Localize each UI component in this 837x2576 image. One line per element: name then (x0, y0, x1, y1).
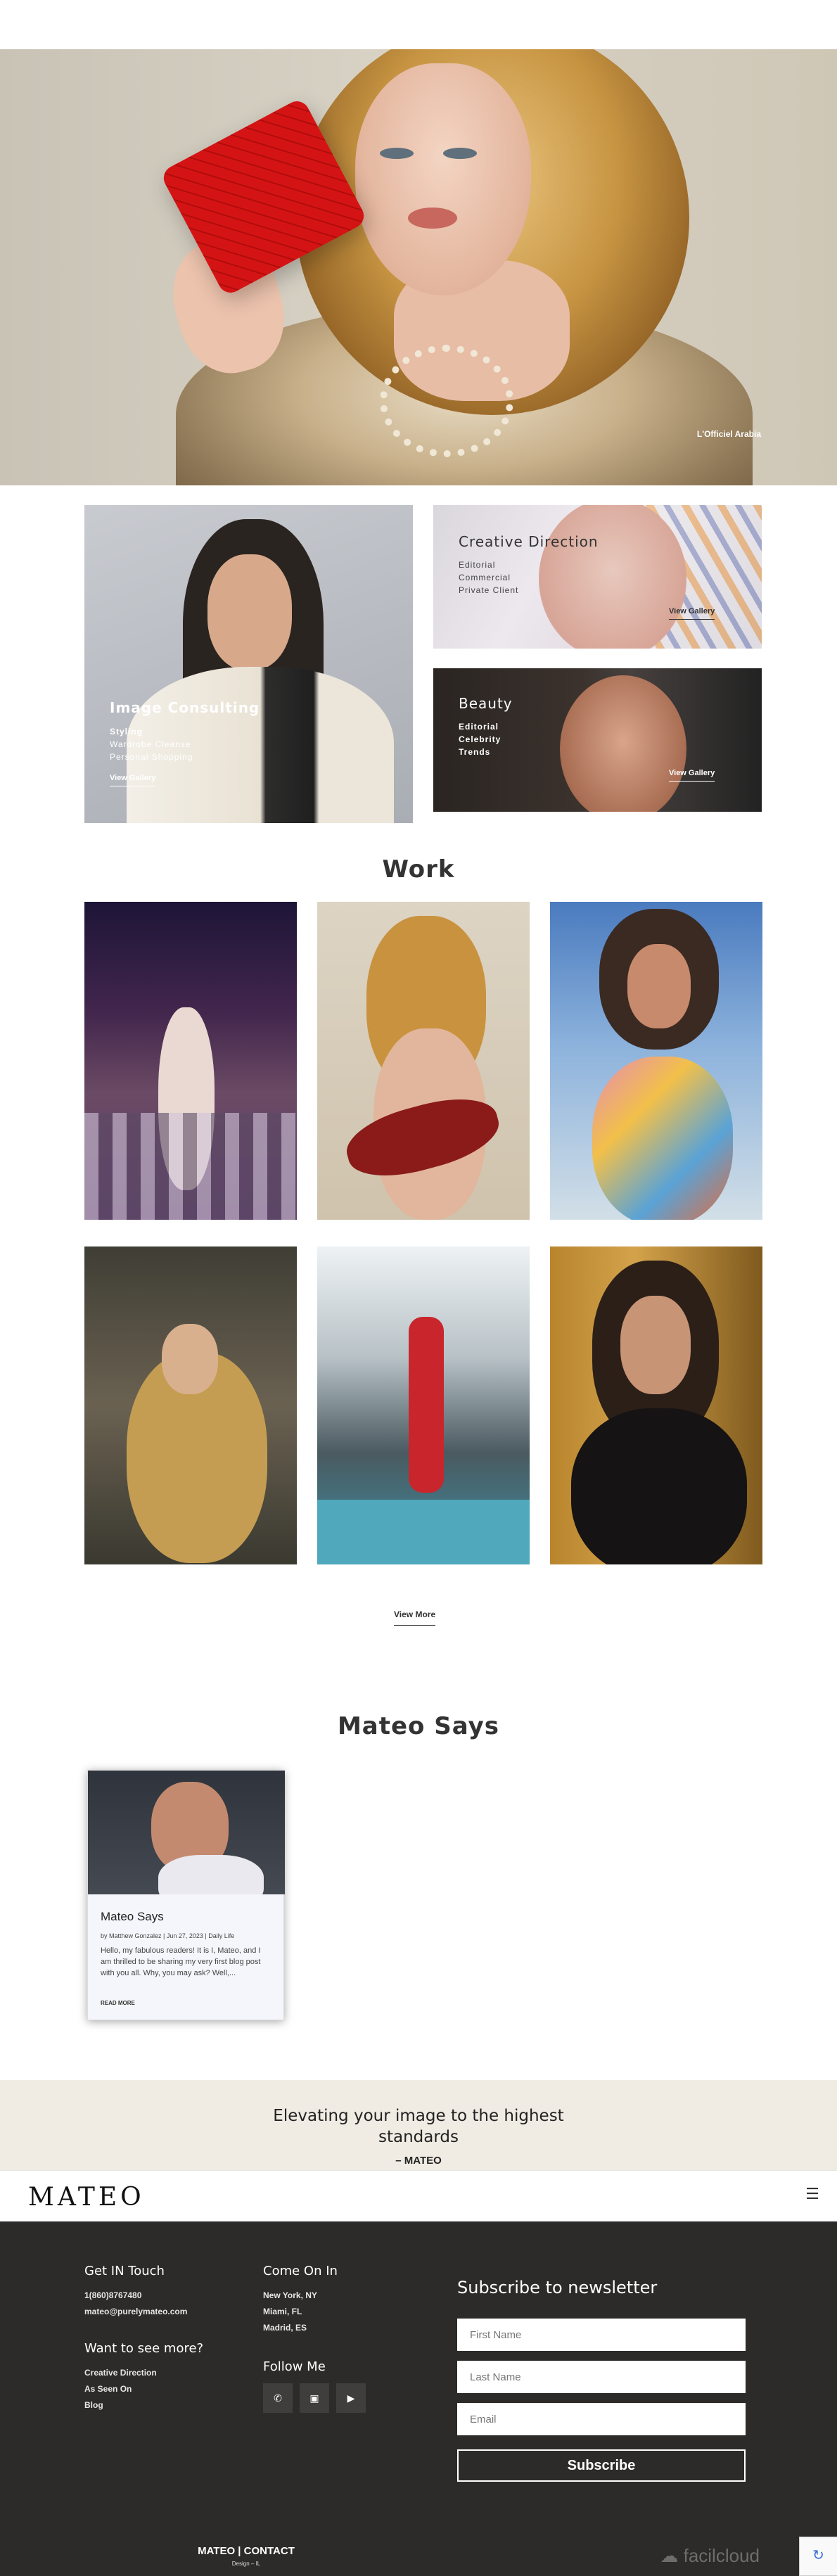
contact-info: 1(860)8767480 mateo@purelymateo.com (84, 2288, 187, 2320)
footer-link-as-seen-on[interactable]: As Seen On (84, 2381, 157, 2397)
email-field[interactable] (457, 2403, 746, 2435)
quote-text: Elevating your image to the highest stan… (273, 2107, 564, 2146)
newsletter-title: Subscribe to newsletter (457, 2278, 658, 2297)
view-gallery-link[interactable]: View Gallery (669, 607, 715, 620)
service-card-beauty[interactable]: Beauty Editorial Celebrity Trends View G… (433, 668, 762, 812)
footer-link-creative-direction[interactable]: Creative Direction (84, 2365, 157, 2381)
service-line: Styling (110, 727, 143, 737)
want-more-links: Creative Direction As Seen On Blog (84, 2365, 157, 2414)
graffiti-top (592, 1057, 733, 1220)
location-item: Madrid, ES (263, 2323, 307, 2333)
last-name-field[interactable] (457, 2361, 746, 2393)
email-link[interactable]: mateo@purelymateo.com (84, 2304, 187, 2320)
work-photo-red-suit[interactable] (317, 1246, 530, 1564)
service-title: Image Consulting (110, 699, 260, 716)
view-gallery-link[interactable]: View Gallery (669, 769, 715, 782)
menu-icon[interactable]: ☰ (803, 2185, 822, 2203)
footer-link-blog[interactable]: Blog (84, 2397, 157, 2414)
quote-author: – MATEO (395, 2155, 442, 2167)
service-line: Personal Shopping (110, 752, 193, 762)
hero-eye (443, 148, 477, 159)
service-title: Beauty (459, 695, 513, 712)
model-face (627, 944, 691, 1028)
view-more-link[interactable]: View More (394, 1609, 436, 1626)
service-line: Trends (459, 747, 491, 757)
work-photo-graffiti-top[interactable] (550, 902, 762, 1220)
service-title: Creative Direction (459, 533, 599, 550)
view-gallery-link[interactable]: View Gallery (110, 774, 156, 786)
blog-post-card[interactable]: Mateo Says by Matthew Gonzalez | Jun 27,… (87, 1770, 285, 2020)
powered-by-logo[interactable]: ☁ facilcloud (660, 2545, 760, 2567)
locations-list: New York, NY Miami, FL Madrid, ES (263, 2288, 317, 2336)
want-more-title: Want to see more? (84, 2341, 204, 2356)
hero-eye (380, 148, 414, 159)
hero-face (355, 63, 531, 295)
red-suit (409, 1317, 444, 1493)
blog-post-title[interactable]: Mateo Says (101, 1910, 164, 1924)
work-photo-subway-fur[interactable] (84, 1246, 297, 1564)
hero-caption: L'Officiel Arabia (696, 429, 761, 439)
location-item: Miami, FL (263, 2307, 302, 2316)
pool (317, 1500, 530, 1564)
service-line: Wardrobe Cleanse (110, 739, 191, 749)
whatsapp-icon[interactable]: ✆ (263, 2383, 293, 2413)
model-face (620, 1296, 691, 1394)
read-more-link[interactable]: READ MORE (101, 2000, 135, 2006)
hero-banner: L'Officiel Arabia (0, 49, 837, 485)
follow-me-title: Follow Me (263, 2359, 326, 2374)
service-line: Editorial (459, 722, 499, 732)
ruffled-collar (158, 1855, 264, 1894)
model-face (162, 1324, 218, 1394)
service-line: Commercial (459, 573, 511, 582)
service-lines: Styling Wardrobe Cleanse Personal Shoppi… (110, 725, 193, 763)
recaptcha-icon[interactable]: ↻ (799, 2537, 837, 2576)
quote-banner: Elevating your image to the highest stan… (0, 2080, 837, 2170)
hero-necklace (380, 345, 513, 457)
blog-post-meta: by Matthew Gonzalez | Jun 27, 2023 | Dai… (101, 1932, 235, 1939)
get-in-touch-title: Get IN Touch (84, 2264, 165, 2278)
location-item: New York, NY (263, 2290, 317, 2300)
subscribe-button[interactable]: Subscribe (457, 2449, 746, 2482)
service-card-image-consulting[interactable]: Image Consulting Styling Wardrobe Cleans… (84, 505, 413, 823)
site-footer: Get IN Touch 1(860)8767480 mateo@purelym… (0, 2221, 837, 2576)
blog-post-excerpt: Hello, my fabulous readers! It is I, Mat… (101, 1946, 261, 1977)
service-line: Editorial (459, 560, 496, 570)
site-header: MATEO ☰ (0, 2170, 837, 2221)
first-name-field[interactable] (457, 2319, 746, 2351)
site-logo[interactable]: MATEO (28, 2183, 145, 2212)
model-face (539, 505, 686, 649)
footer-bottom-links[interactable]: MATEO | CONTACT (0, 2545, 492, 2557)
phone-link[interactable]: 1(860)8767480 (84, 2288, 187, 2304)
instagram-icon[interactable]: ▣ (300, 2383, 329, 2413)
service-lines: Editorial Celebrity Trends (459, 720, 501, 758)
service-line: Celebrity (459, 734, 501, 744)
crosswalk (84, 1113, 297, 1220)
come-on-in-title: Come On In (263, 2264, 338, 2278)
blog-post-thumbnail[interactable] (88, 1771, 285, 1894)
service-card-creative-direction[interactable]: Creative Direction Editorial Commercial … (433, 505, 762, 649)
work-title: Work (382, 855, 455, 884)
work-photo-times-square[interactable] (84, 902, 297, 1220)
footer-credit: Design – IL (231, 2561, 261, 2567)
youtube-icon[interactable]: ▶ (336, 2383, 366, 2413)
cloud-icon: ☁ (660, 2545, 679, 2566)
hero-lips (408, 208, 457, 229)
work-photo-gold-backdrop[interactable] (550, 1246, 762, 1564)
powered-by-text: facilcloud (683, 2545, 760, 2566)
service-lines: Editorial Commercial Private Client (459, 559, 518, 597)
black-top (571, 1408, 747, 1564)
mateo-says-title: Mateo Says (337, 1712, 500, 1740)
model-face (207, 554, 292, 670)
model-face (560, 675, 686, 812)
service-line: Private Client (459, 585, 519, 595)
work-photo-red-gloves[interactable] (317, 902, 530, 1220)
